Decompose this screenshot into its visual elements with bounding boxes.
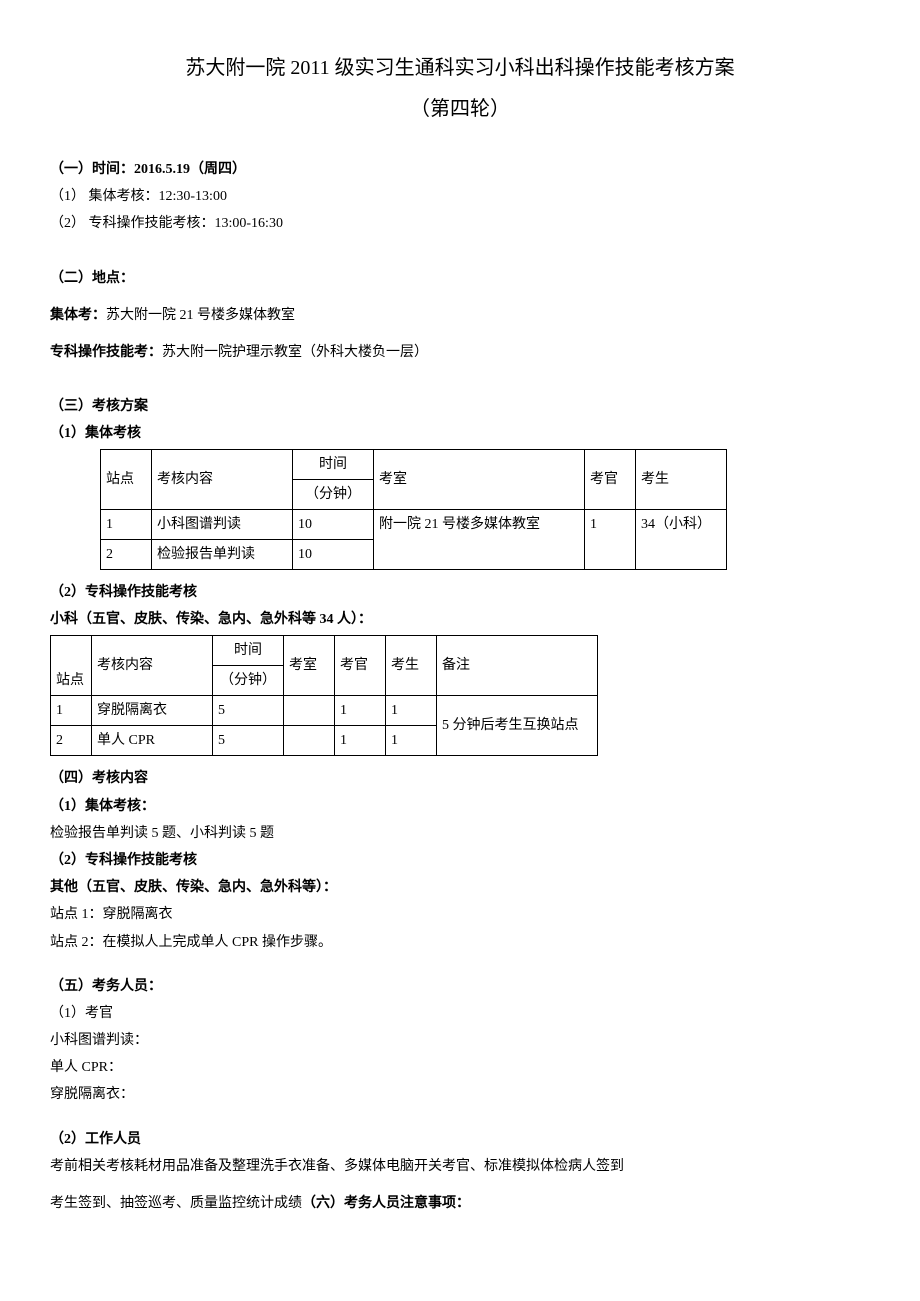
header-room: 考室 xyxy=(284,635,335,695)
cell-content: 检验报告单判读 xyxy=(152,540,293,570)
section-2-line-1: 集体考：苏大附一院 21 号楼多媒体教室 xyxy=(50,303,870,328)
section-5-text-1: 小科图谱判读： xyxy=(50,1028,870,1053)
section-4-text-2b: 站点 2：在模拟人上完成单人 CPR 操作步骤。 xyxy=(50,930,870,955)
group-exam-table: 站点 考核内容 时间 考室 考官 考生 （分钟） 1 小科图谱判读 10 附一院… xyxy=(100,449,727,571)
header-station: 站点 xyxy=(101,449,152,509)
section-4-text-2a: 站点 1：穿脱隔离衣 xyxy=(50,902,870,927)
section-1-item-2: （2） 专科操作技能考核：13:00-16:30 xyxy=(50,211,870,236)
section-5-text-5: 考生签到、抽签巡考、质量监控统计成绩（六）考务人员注意事项： xyxy=(50,1191,870,1216)
cell-examiner: 1 xyxy=(585,509,636,569)
header-content: 考核内容 xyxy=(92,635,213,695)
cell-station: 1 xyxy=(101,509,152,539)
header-time-1: 时间 xyxy=(213,635,284,665)
section-3-sub-2-desc: 小科（五官、皮肤、传染、急内、急外科等 34 人）： xyxy=(50,607,870,632)
header-examiner: 考官 xyxy=(335,635,386,695)
section-5-sub-2: （2）工作人员 xyxy=(50,1127,870,1152)
cell-student: 34（小科） xyxy=(636,509,727,569)
section-4-sub-1: （1）集体考核： xyxy=(50,794,870,819)
cell-room xyxy=(284,696,335,726)
group-exam-location: 苏大附一院 21 号楼多媒体教室 xyxy=(106,308,295,323)
table-row: 1 穿脱隔离衣 5 1 1 5 分钟后考生互换站点 xyxy=(51,696,598,726)
header-student: 考生 xyxy=(636,449,727,509)
cell-content: 小科图谱判读 xyxy=(152,509,293,539)
section-4-text-1: 检验报告单判读 5 题、小科判读 5 题 xyxy=(50,821,870,846)
cell-student: 1 xyxy=(386,726,437,756)
section-5-sub-1: （1）考官 xyxy=(50,1001,870,1026)
section-5-text-2: 单人 CPR： xyxy=(50,1055,870,1080)
section-5-text-3: 穿脱隔离衣： xyxy=(50,1082,870,1107)
header-station: 站点 xyxy=(51,635,92,695)
section-4-sub-2: （2）专科操作技能考核 xyxy=(50,848,870,873)
section-3-sub-1: （1）集体考核 xyxy=(50,421,870,446)
section-5-text-4: 考前相关考核耗材用品准备及整理洗手衣准备、多媒体电脑开关考官、标准模拟体检病人签… xyxy=(50,1154,870,1179)
section-5-text-5a: 考生签到、抽签巡考、质量监控统计成绩 xyxy=(50,1196,302,1211)
table-row: 1 小科图谱判读 10 附一院 21 号楼多媒体教室 1 34（小科） xyxy=(101,509,727,539)
section-2-heading: （二）地点： xyxy=(50,266,870,291)
cell-examiner: 1 xyxy=(335,726,386,756)
header-content: 考核内容 xyxy=(152,449,293,509)
section-5-heading: （五）考务人员： xyxy=(50,974,870,999)
section-1-item-1: （1） 集体考核：12:30-13:00 xyxy=(50,184,870,209)
cell-content: 穿脱隔离衣 xyxy=(92,696,213,726)
cell-note: 5 分钟后考生互换站点 xyxy=(437,696,598,756)
header-student: 考生 xyxy=(386,635,437,695)
section-4-sub-2-desc: 其他（五官、皮肤、传染、急内、急外科等）： xyxy=(50,875,870,900)
cell-room: 附一院 21 号楼多媒体教室 xyxy=(374,509,585,569)
cell-time: 10 xyxy=(293,540,374,570)
cell-room xyxy=(284,726,335,756)
cell-station: 2 xyxy=(101,540,152,570)
header-time-2: （分钟） xyxy=(213,665,284,695)
section-4-heading: （四）考核内容 xyxy=(50,766,870,791)
header-time-1: 时间 xyxy=(293,449,374,479)
cell-time: 5 xyxy=(213,726,284,756)
section-6-heading: （六）考务人员注意事项： xyxy=(302,1196,470,1211)
skill-exam-location: 苏大附一院护理示教室（外科大楼负一层） xyxy=(162,345,428,360)
cell-station: 1 xyxy=(51,696,92,726)
document-subtitle: （第四轮） xyxy=(50,91,870,127)
section-2-line-2: 专科操作技能考：苏大附一院护理示教室（外科大楼负一层） xyxy=(50,340,870,365)
header-time-2: （分钟） xyxy=(293,479,374,509)
header-note: 备注 xyxy=(437,635,598,695)
document-title: 苏大附一院 2011 级实习生通科实习小科出科操作技能考核方案 xyxy=(50,50,870,86)
cell-time: 10 xyxy=(293,509,374,539)
cell-time: 5 xyxy=(213,696,284,726)
table-header-row: 站点 考核内容 时间 考室 考官 考生 备注 xyxy=(51,635,598,665)
cell-examiner: 1 xyxy=(335,696,386,726)
cell-content: 单人 CPR xyxy=(92,726,213,756)
section-1-heading: （一）时间：2016.5.19（周四） xyxy=(50,157,870,182)
table-header-row: 站点 考核内容 时间 考室 考官 考生 xyxy=(101,449,727,479)
section-3-sub-2: （2）专科操作技能考核 xyxy=(50,580,870,605)
header-room: 考室 xyxy=(374,449,585,509)
group-exam-label: 集体考： xyxy=(50,308,106,323)
skill-exam-table: 站点 考核内容 时间 考室 考官 考生 备注 （分钟） 1 穿脱隔离衣 5 1 … xyxy=(50,635,598,757)
section-3-heading: （三）考核方案 xyxy=(50,394,870,419)
skill-exam-label: 专科操作技能考： xyxy=(50,345,162,360)
cell-student: 1 xyxy=(386,696,437,726)
header-examiner: 考官 xyxy=(585,449,636,509)
cell-station: 2 xyxy=(51,726,92,756)
